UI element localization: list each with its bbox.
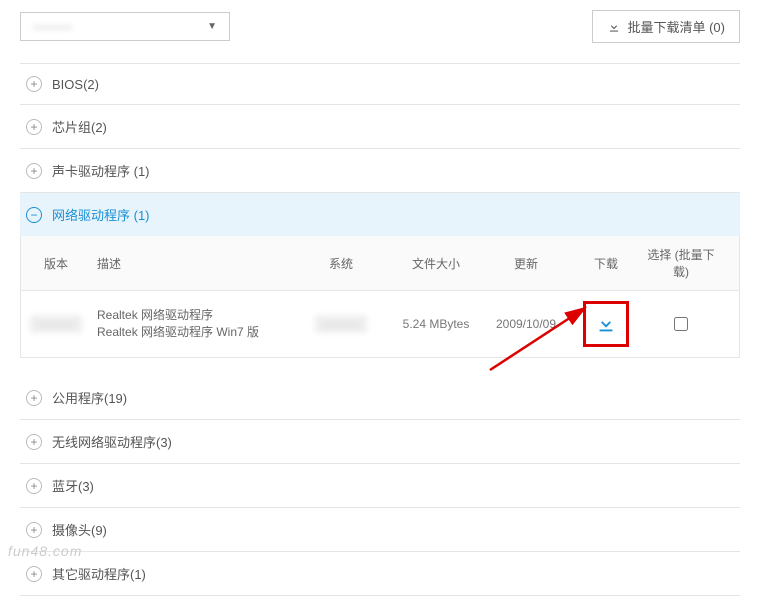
plus-icon: +	[26, 478, 42, 494]
category-label: 摄像头(9)	[52, 520, 107, 539]
table-row: ——— Realtek 网络驱动程序 Realtek 网络驱动程序 Win7 版…	[21, 291, 739, 357]
category-row-utilities[interactable]: + 公用程序(19)	[20, 376, 740, 419]
plus-icon: +	[26, 522, 42, 538]
category-label: 网络驱动程序 (1)	[52, 205, 150, 224]
category-row-other[interactable]: + 其它驱动程序(1)	[20, 551, 740, 596]
desc-line1: Realtek 网络驱动程序	[97, 307, 259, 324]
category-label: 无线网络驱动程序(3)	[52, 432, 172, 451]
table-header: 版本 描述 系统 文件大小 更新 下载 选择 (批量下载)	[21, 236, 739, 291]
plus-icon: +	[26, 76, 42, 92]
category-row-bios[interactable]: + BIOS(2)	[20, 63, 740, 104]
download-button[interactable]	[583, 301, 629, 347]
desc-line2: Realtek 网络驱动程序 Win7 版	[97, 324, 259, 341]
th-download: 下载	[571, 236, 641, 290]
plus-icon: +	[26, 566, 42, 582]
watermark: fun48.com	[8, 543, 82, 559]
cell-updated: 2009/10/09	[481, 291, 571, 357]
plus-icon: +	[26, 119, 42, 135]
category-row-camera[interactable]: + 摄像头(9)	[20, 507, 740, 551]
minus-icon: −	[26, 207, 42, 223]
caret-down-icon: ▼	[207, 21, 217, 32]
category-label: 蓝牙(3)	[52, 476, 94, 495]
cell-system: ———	[291, 291, 391, 357]
select-checkbox[interactable]	[674, 317, 688, 331]
plus-icon: +	[26, 390, 42, 406]
th-size: 文件大小	[391, 236, 481, 290]
category-row-bluetooth[interactable]: + 蓝牙(3)	[20, 463, 740, 507]
th-system: 系统	[291, 236, 391, 290]
batch-download-label: 批量下载清单 (0)	[627, 17, 725, 36]
category-label: BIOS(2)	[52, 77, 99, 92]
category-row-wireless[interactable]: + 无线网络驱动程序(3)	[20, 419, 740, 463]
category-row-audio[interactable]: + 声卡驱动程序 (1)	[20, 148, 740, 192]
category-row-chipset[interactable]: + 芯片组(2)	[20, 104, 740, 148]
th-updated: 更新	[481, 236, 571, 290]
cell-size: 5.24 MBytes	[391, 291, 481, 357]
th-version: 版本	[21, 236, 91, 290]
cell-version: ———	[21, 291, 91, 357]
cell-select	[641, 291, 721, 357]
plus-icon: +	[26, 434, 42, 450]
category-label: 其它驱动程序(1)	[52, 564, 146, 583]
download-icon	[607, 20, 621, 34]
cell-desc: Realtek 网络驱动程序 Realtek 网络驱动程序 Win7 版	[91, 291, 291, 357]
dropdown-value: ———	[33, 19, 72, 34]
category-label: 芯片组(2)	[52, 117, 107, 136]
driver-table: 版本 描述 系统 文件大小 更新 下载 选择 (批量下载) ——— Realte…	[20, 236, 740, 358]
category-label: 公用程序(19)	[52, 388, 127, 407]
cell-download	[571, 291, 641, 357]
category-dropdown[interactable]: ——— ▼	[20, 12, 230, 41]
th-select: 选择 (批量下载)	[641, 236, 721, 290]
download-icon	[595, 313, 617, 335]
batch-download-button[interactable]: 批量下载清单 (0)	[592, 10, 740, 43]
category-label: 声卡驱动程序 (1)	[52, 161, 150, 180]
th-desc: 描述	[91, 236, 291, 290]
plus-icon: +	[26, 163, 42, 179]
category-row-network[interactable]: − 网络驱动程序 (1)	[20, 192, 740, 236]
